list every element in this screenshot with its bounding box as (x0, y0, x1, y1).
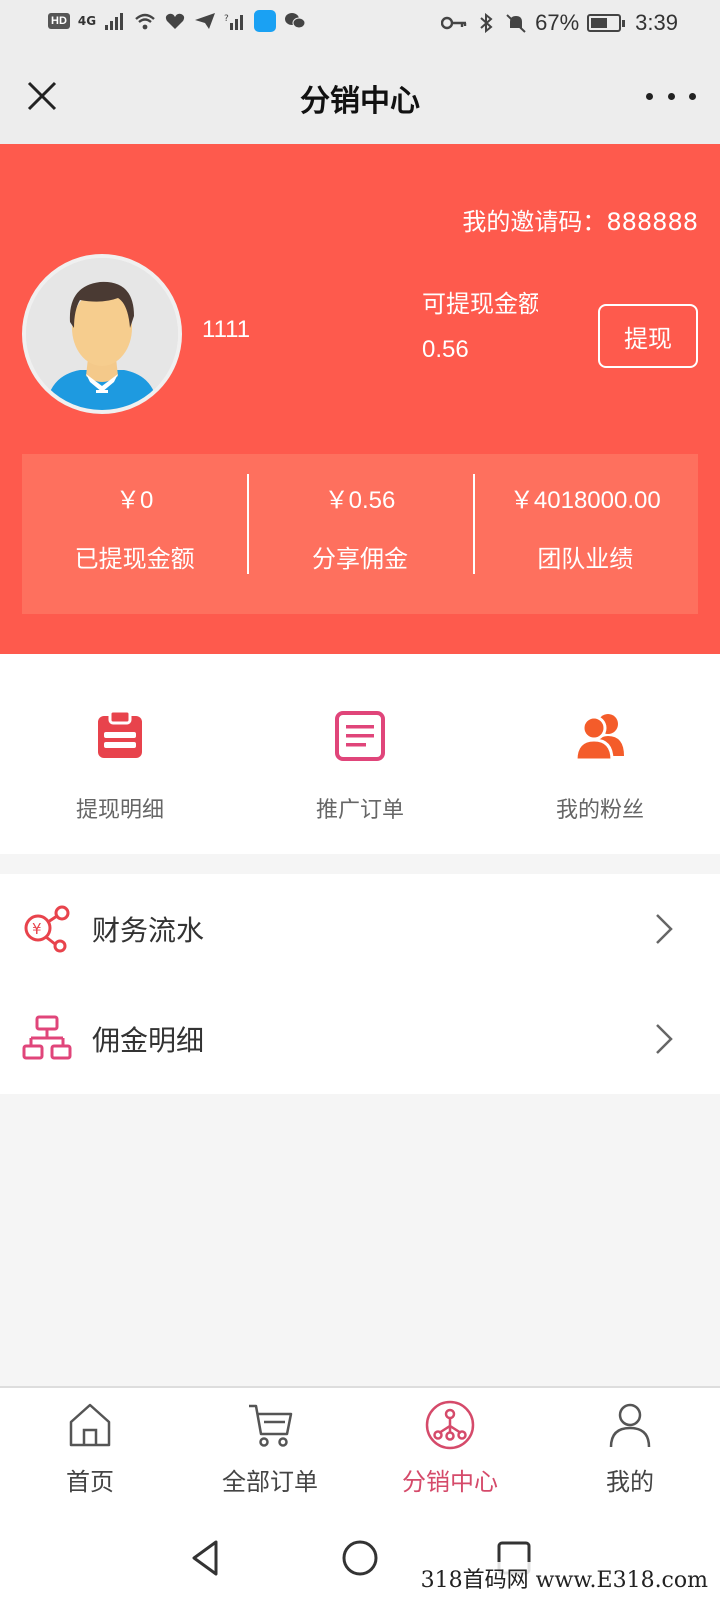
withdraw-button[interactable]: 提现 (598, 304, 698, 368)
home-icon (69, 1403, 111, 1447)
search-app-icon (254, 10, 277, 32)
stat-commission[interactable]: ￥0.56 分享佣金 (247, 454, 472, 614)
withdrawable-value: 0.56 (422, 336, 469, 363)
invite-code[interactable]: 我的邀请码：888888 (462, 202, 698, 237)
stat-value: ￥0 (115, 487, 154, 514)
tab-all-orders[interactable]: 全部订单 (180, 1388, 360, 1516)
tab-home[interactable]: 首页 (0, 1388, 180, 1516)
svg-text:?: ? (224, 14, 229, 24)
stat-withdrawn[interactable]: ￥0 已提现金额 (22, 454, 247, 614)
page-title: 分销中心 (300, 84, 420, 119)
system-nav-bar: 318首码网 www.E318.com (0, 1516, 720, 1600)
more-dot-icon (646, 92, 653, 100)
network-label: 4G (77, 14, 97, 28)
quick-menu: 提现明细 推广订单 我的粉丝 (0, 654, 720, 854)
hierarchy-icon (22, 1015, 72, 1060)
chevron-right-icon (656, 914, 673, 944)
menu-list: ¥ 财务流水 佣金明细 (0, 874, 720, 1094)
send-icon (195, 13, 216, 29)
hd-icon: HD (48, 13, 70, 29)
signal-2-icon: ? (224, 14, 244, 30)
key-icon (441, 16, 467, 30)
username: 1111 (202, 316, 251, 343)
finance-flow-icon: ¥ (24, 905, 70, 953)
wechat-icon (285, 13, 306, 29)
more-dot-icon (667, 92, 675, 100)
heart-rate-icon (165, 13, 185, 29)
home-circle-icon[interactable] (338, 1536, 382, 1580)
bottom-tab-bar: 首页 全部订单 分销中心 我的 (0, 1386, 720, 1516)
tab-distribution-center[interactable]: 分销中心 (360, 1388, 540, 1516)
user-icon (609, 1403, 651, 1448)
stat-value: ￥4018000.00 (509, 487, 661, 514)
clipboard-icon (98, 709, 142, 758)
title-bar: 分销中心 (0, 48, 720, 144)
withdrawable-label: 可提现金额 (422, 290, 538, 318)
list-item-finance-flow[interactable]: ¥ 财务流水 (0, 874, 720, 984)
quick-my-fans[interactable]: 我的粉丝 (480, 654, 720, 854)
stat-label: 团队业绩 (537, 545, 634, 573)
tab-label: 我的 (606, 1468, 654, 1496)
stats-panel: ￥0 已提现金额 ￥0.56 分享佣金 ￥4018000.00 团队业绩 (22, 454, 698, 614)
stat-label: 已提现金额 (74, 545, 195, 573)
stat-label: 分享佣金 (311, 545, 408, 573)
distribution-icon (425, 1400, 475, 1450)
stat-value: ￥0.56 (324, 487, 396, 514)
battery-icon (587, 14, 626, 32)
signal-icon (105, 13, 124, 30)
bluetooth-icon (480, 13, 493, 33)
document-icon (335, 711, 385, 761)
svg-text:¥: ¥ (32, 920, 42, 938)
list-item-label: 佣金明细 (92, 1024, 205, 1057)
quick-label: 提现明细 (75, 798, 164, 823)
quick-label: 我的粉丝 (555, 798, 644, 823)
stat-team-performance[interactable]: ￥4018000.00 团队业绩 (472, 454, 698, 614)
list-item-commission-details[interactable]: 佣金明细 (0, 984, 720, 1094)
cart-icon (249, 1404, 293, 1447)
tab-label: 分销中心 (402, 1468, 498, 1496)
distribution-header: 我的邀请码：888888 1111 可提现金额 0.56 提现 ￥0 已提现金额… (0, 144, 720, 654)
quick-withdraw-details[interactable]: 提现明细 (0, 654, 240, 854)
avatar[interactable] (22, 254, 182, 414)
chevron-right-icon (656, 1024, 673, 1054)
users-icon (574, 714, 624, 762)
clock: 3:39 (635, 10, 678, 35)
avatar-image (26, 258, 178, 410)
tab-mine[interactable]: 我的 (540, 1388, 720, 1516)
watermark: 318首码网 www.E318.com (416, 1562, 712, 1594)
battery-percent: 67% (535, 10, 580, 35)
more-dot-icon (689, 92, 696, 100)
tab-label: 全部订单 (222, 1468, 318, 1496)
list-item-label: 财务流水 (92, 914, 205, 947)
status-bar: HD 4G ? 67% 3:39 (0, 0, 720, 48)
mute-bell-icon (506, 14, 526, 33)
quick-promo-orders[interactable]: 推广订单 (240, 654, 480, 854)
more-button[interactable] (646, 78, 696, 114)
back-triangle-icon[interactable] (184, 1536, 228, 1580)
battery-fill (591, 18, 608, 28)
tab-label: 首页 (66, 1468, 114, 1496)
quick-label: 推广订单 (315, 798, 404, 823)
wifi-icon (135, 13, 155, 30)
